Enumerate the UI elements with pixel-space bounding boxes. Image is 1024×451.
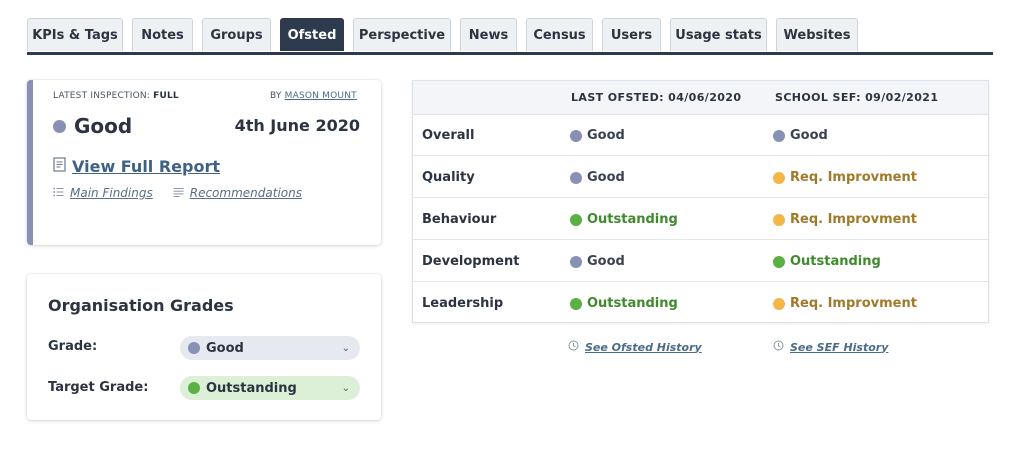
report-icon [53,157,66,176]
target-grade-label: Target Grade: [48,380,149,395]
tab-perspective[interactable]: Perspective [353,18,451,51]
history-icon [773,340,784,354]
view-report-row: View Full Report [53,157,220,176]
target-grade-select[interactable]: Outstanding ⌄ [180,376,360,400]
status-cell: Outstanding [773,254,881,269]
sef-history: See SEF History [773,340,888,354]
inspection-type: FULL [153,91,179,101]
table-row: Overall Good Good [413,114,988,156]
tab-websites[interactable]: Websites [776,18,858,51]
status-cell: Req. Improvment [773,170,917,185]
inspection-grade-text: Good [74,114,133,138]
status-text: Outstanding [790,254,881,269]
status-cell: Outstanding [570,296,678,311]
status-cell: Req. Improvment [773,212,917,227]
status-dot-icon [773,213,785,226]
status-dot-icon [773,297,785,310]
status-dot-icon [570,213,582,226]
status-dot-icon [570,129,582,142]
status-dot-icon [773,129,785,142]
tab-kpis-tags[interactable]: KPIs & Tags [27,18,123,51]
status-cell: Req. Improvment [773,296,917,311]
list-icon [53,186,64,200]
row-label: Leadership [422,296,504,311]
status-text: Good [587,254,625,269]
chevron-down-icon: ⌄ [341,382,350,394]
row-label: Development [422,254,520,269]
chevron-down-icon: ⌄ [341,342,350,354]
sef-history-link[interactable]: See SEF History [790,341,888,354]
history-icon [568,340,579,354]
tab-usage-stats[interactable]: Usage stats [670,18,767,51]
recommendations-link[interactable]: Recommendations [190,186,302,200]
status-dot-icon [570,297,582,310]
table-row: Behaviour Outstanding Req. Improvment [413,198,988,240]
grade-label: Grade: [48,339,98,354]
grade-select[interactable]: Good ⌄ [180,336,360,360]
tab-census[interactable]: Census [526,18,593,51]
tab-bar: KPIs & Tags Notes Groups Ofsted Perspect… [27,18,993,55]
status-cell: Good [570,170,625,185]
status-text: Req. Improvment [790,212,917,227]
table-row: Quality Good Req. Improvment [413,156,988,198]
status-cell: Outstanding [570,212,678,227]
row-label: Quality [422,170,475,185]
ofsted-history: See Ofsted History [568,340,702,354]
status-dot-icon [773,171,785,184]
status-cell: Good [570,254,625,269]
tab-ofsted[interactable]: Ofsted [280,18,344,51]
status-text: Req. Improvment [790,296,917,311]
inspection-grade: Good [53,114,132,138]
status-cell: Good [773,128,828,143]
col-last-ofsted: LAST OFSTED: 04/06/2020 [571,91,742,104]
org-grades-title: Organisation Grades [48,296,234,315]
status-text: Req. Improvment [790,170,917,185]
text-lines-icon [173,186,184,200]
latest-inspection-line: LATEST INSPECTION: FULL [53,91,179,101]
table-header: LAST OFSTED: 04/06/2020 SCHOOL SEF: 09/0… [413,81,988,115]
status-text: Good [587,170,625,185]
inspector-line: BY MASON MOUNT [270,91,357,101]
inspection-date: 4th June 2020 [234,116,360,135]
table-row: Development Good Outstanding [413,240,988,282]
main-findings-link[interactable]: Main Findings [70,186,153,200]
status-text: Outstanding [587,296,678,311]
tab-users[interactable]: Users [602,18,661,51]
report-sublinks: Main Findings Recommendations [53,186,302,200]
ofsted-history-link[interactable]: See Ofsted History [585,341,702,354]
row-label: Behaviour [422,212,497,227]
inspector-link[interactable]: MASON MOUNT [285,91,357,101]
status-text: Good [790,128,828,143]
tab-groups[interactable]: Groups [202,18,271,51]
status-dot-icon [773,255,785,268]
status-text: Good [587,128,625,143]
grade-select-value: Good [206,340,244,356]
status-cell: Good [570,128,625,143]
by-label: BY [270,91,282,101]
row-label: Overall [422,128,475,143]
latest-inspection-label: LATEST INSPECTION: [53,91,151,101]
tab-news[interactable]: News [460,18,517,51]
col-school-sef: SCHOOL SEF: 09/02/2021 [775,91,939,104]
status-text: Outstanding [587,212,678,227]
view-full-report-link[interactable]: View Full Report [72,157,220,176]
tab-notes[interactable]: Notes [132,18,193,51]
outstanding-dot-icon [188,382,200,394]
grades-table: LAST OFSTED: 04/06/2020 SCHOOL SEF: 09/0… [412,80,989,323]
status-dot-icon [570,255,582,268]
grade-dot-icon [53,119,66,133]
good-dot-icon [188,342,200,354]
table-row: Leadership Outstanding Req. Improvment [413,282,988,324]
status-dot-icon [570,171,582,184]
target-grade-select-value: Outstanding [206,380,297,396]
